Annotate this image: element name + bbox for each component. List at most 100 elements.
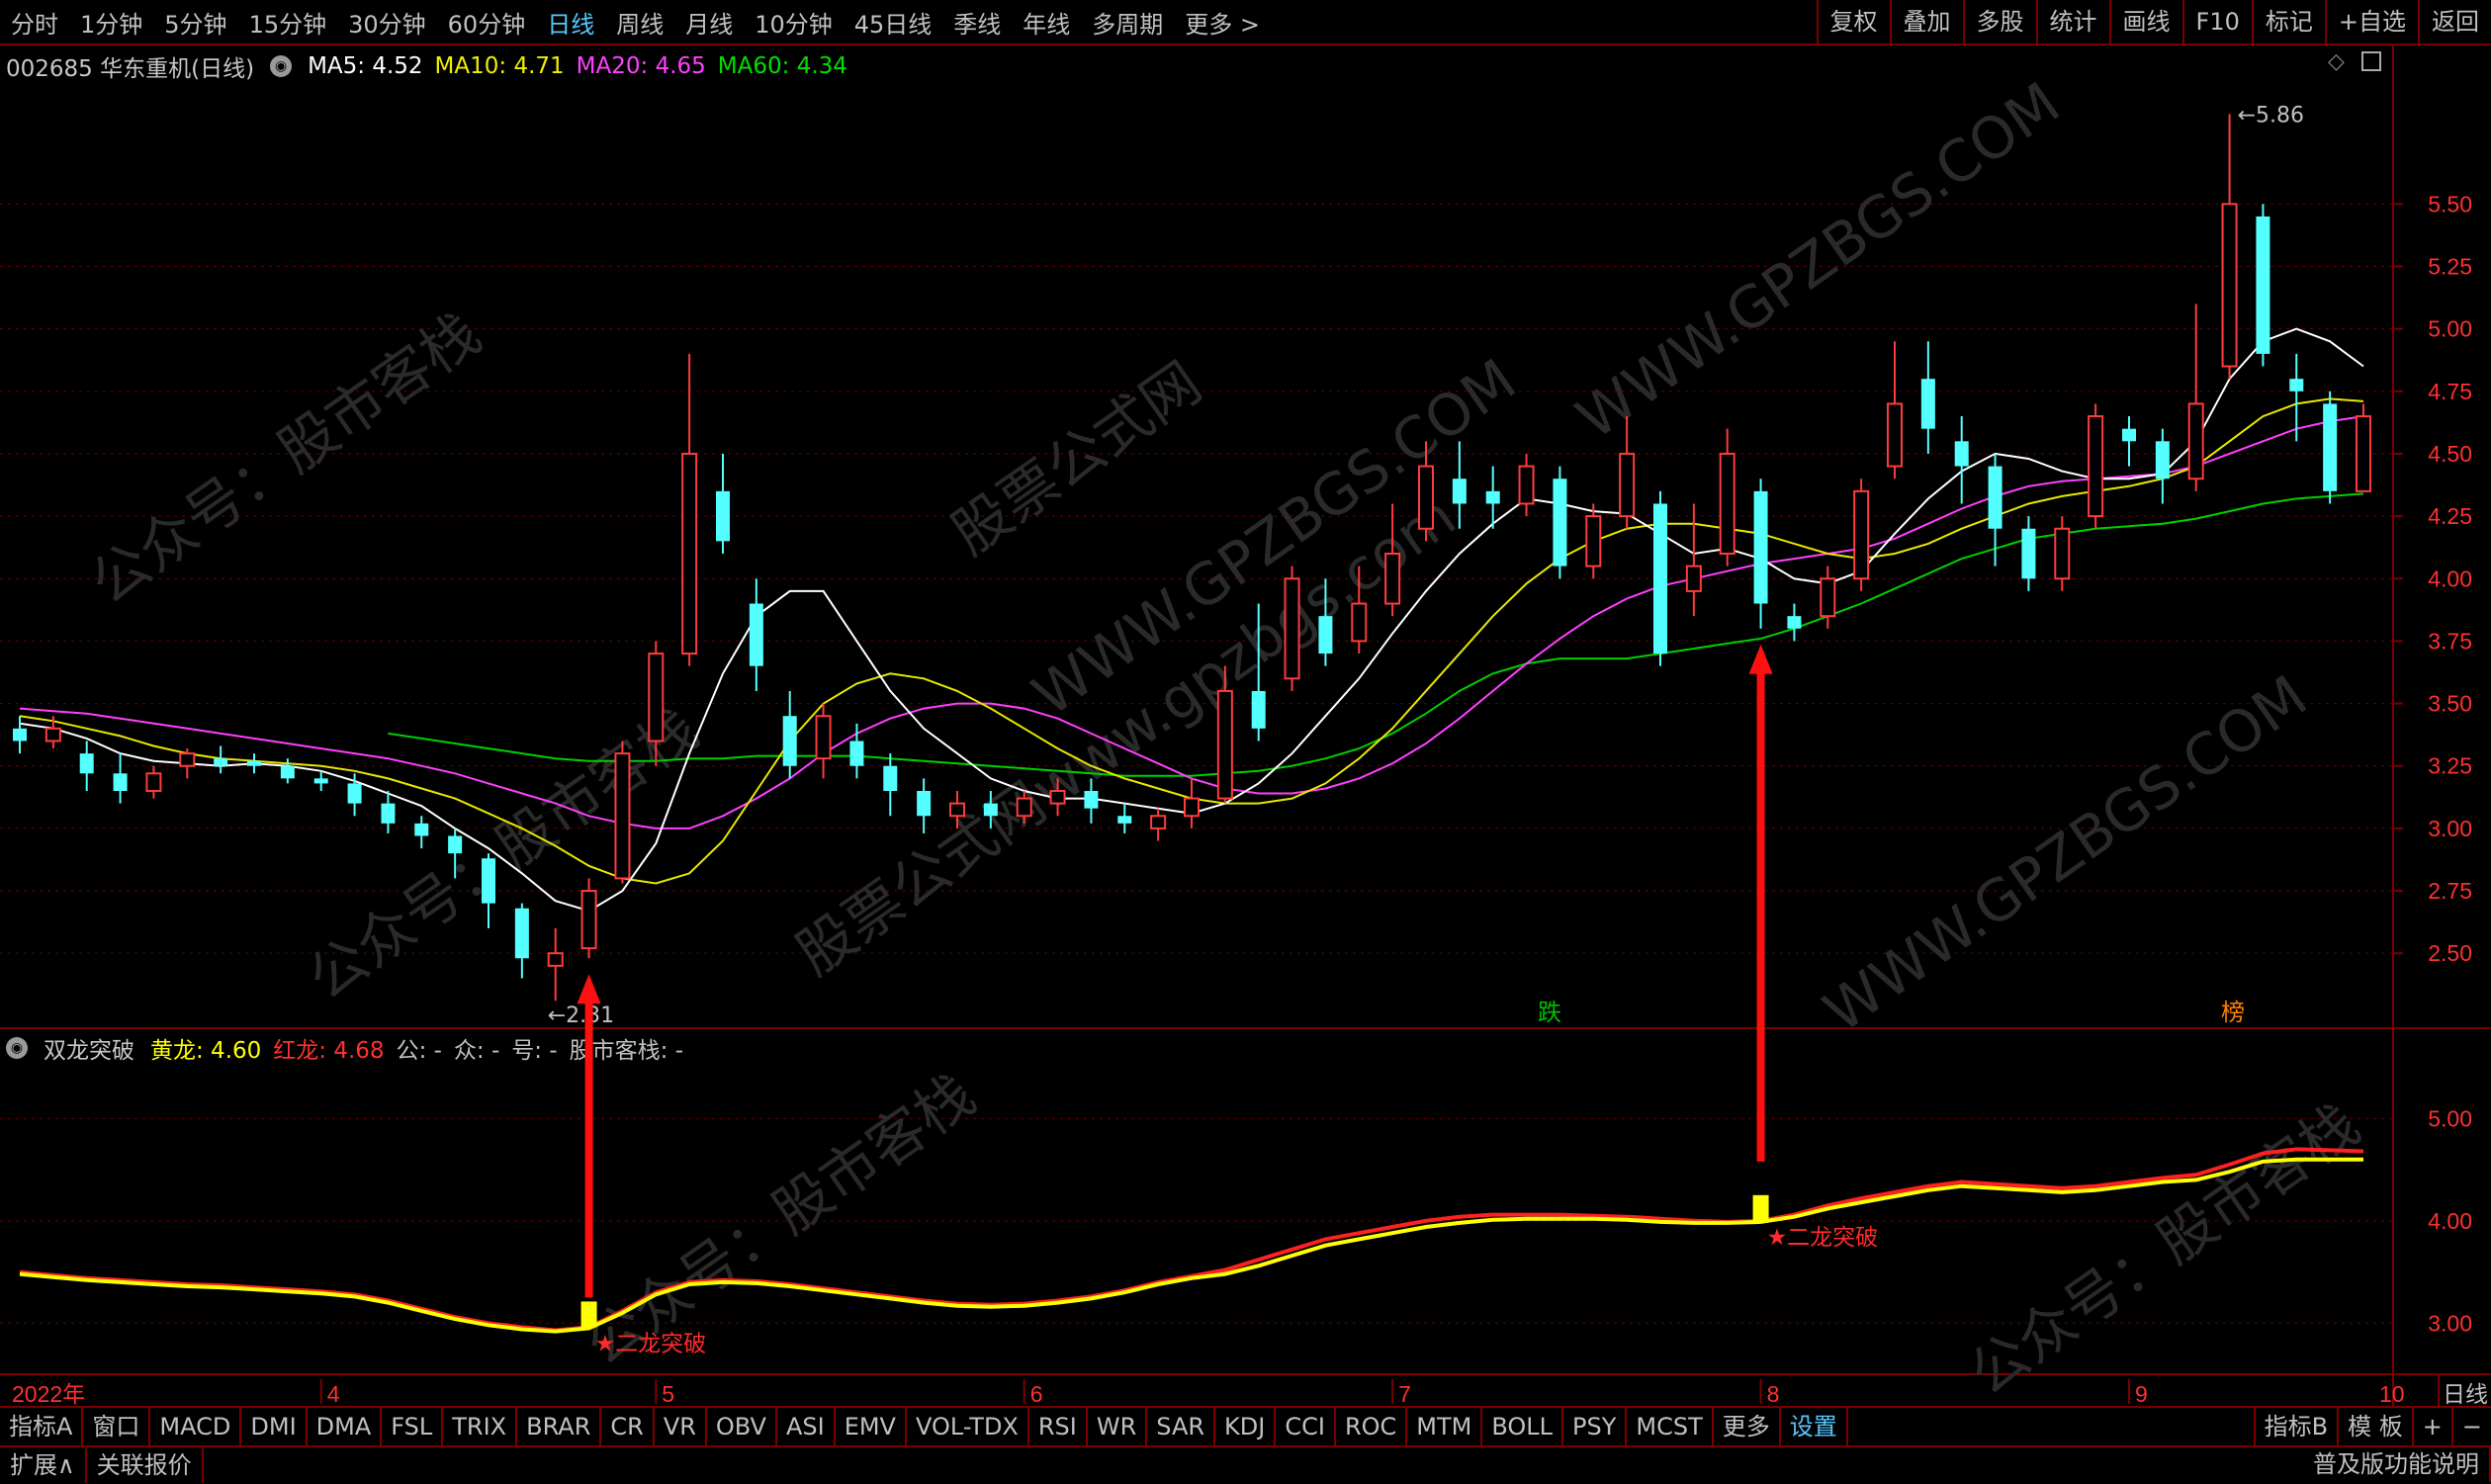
period-tab[interactable]: 分时 xyxy=(0,5,69,40)
indicator-tool[interactable]: + xyxy=(2411,1408,2451,1445)
indicator-tab[interactable]: SAR xyxy=(1147,1408,1216,1445)
period-tab[interactable]: 月线 xyxy=(674,5,744,40)
price-tick-label: 2.50 xyxy=(2428,940,2472,966)
candle-body xyxy=(247,760,261,766)
candle-body xyxy=(917,791,932,817)
kline-chart[interactable]: 5.50 5.25 5.00 4.75 4.50 4.25 4.00 3.75 3.50 3.25… xyxy=(0,45,2491,1406)
indicator-tab[interactable]: BOLL xyxy=(1482,1408,1564,1445)
red-dragon-line xyxy=(19,1147,2364,1333)
tool-button[interactable]: 复权 xyxy=(1816,0,1890,44)
candle-body xyxy=(1920,379,1935,429)
indicator-tab[interactable]: PSY xyxy=(1563,1408,1628,1445)
indicator-tab[interactable]: DMI xyxy=(241,1408,308,1445)
tool-button[interactable]: 统计 xyxy=(2035,0,2109,44)
period-tab[interactable]: 1分钟 xyxy=(69,5,153,40)
indicator-tab[interactable]: MTM xyxy=(1407,1408,1483,1445)
period-tab[interactable]: 季线 xyxy=(942,5,1012,40)
candle-body xyxy=(1553,479,1567,567)
tool-button[interactable]: 标记 xyxy=(2251,0,2325,44)
candle-body xyxy=(482,858,495,904)
candle-body xyxy=(2323,403,2338,491)
low-label: ←2.31 xyxy=(548,1004,614,1028)
tool-button[interactable]: 多股 xyxy=(1962,0,2036,44)
period-tab[interactable]: 日线 xyxy=(536,5,605,40)
candle-body xyxy=(1518,465,1535,505)
indicator-list: 指标A 窗口 MACD DMI DMA FSL TRIX BRAR CR VR OBV ASI EMV V… xyxy=(0,1408,1848,1445)
indicator-tab[interactable]: RSI xyxy=(1029,1408,1088,1445)
indicator-tab[interactable]: WR xyxy=(1088,1408,1148,1445)
indicator-tab[interactable]: CCI xyxy=(1276,1408,1336,1445)
event-marker: 榜 xyxy=(2221,999,2245,1026)
candle-body xyxy=(414,823,429,836)
indicator-tab[interactable]: 指标A xyxy=(0,1408,84,1445)
period-tab[interactable]: 45日线 xyxy=(844,5,943,40)
candle-body xyxy=(2256,216,2270,354)
indicator-tab[interactable]: FSL xyxy=(382,1408,444,1445)
candle-body xyxy=(2221,203,2238,368)
indicator-tab[interactable]: ASI xyxy=(777,1408,836,1445)
price-tick-label: 4.00 xyxy=(2428,566,2472,591)
candle-body xyxy=(949,802,965,818)
period-tab[interactable]: 多周期 xyxy=(1081,5,1174,40)
period-tab[interactable]: 60分钟 xyxy=(437,5,537,40)
indicator-tab[interactable]: EMV xyxy=(836,1408,907,1445)
indicator-tab[interactable]: 窗口 xyxy=(83,1408,151,1445)
bottom-tab[interactable]: 扩展∧ xyxy=(0,1448,87,1483)
price-tick-label: 5.25 xyxy=(2428,253,2472,279)
indicator-tool[interactable]: 模 板 xyxy=(2337,1408,2412,1445)
tool-button[interactable]: 返回 xyxy=(2418,0,2491,44)
candle-body xyxy=(1351,602,1368,643)
candle-body xyxy=(849,741,864,766)
candle-body xyxy=(1418,465,1434,530)
period-tab[interactable]: 5分钟 xyxy=(153,5,237,40)
tool-button[interactable]: 画线 xyxy=(2108,0,2182,44)
candle-body xyxy=(381,803,396,824)
candle-body xyxy=(1685,565,1702,592)
period-tabs: 分时 1分钟 5分钟 15分钟 30分钟 60分钟 日线 周线 月线 10分钟 45日线 季线 年线 多周… xyxy=(0,0,1271,44)
candle-body xyxy=(514,908,529,959)
candle-body xyxy=(1954,441,1969,467)
period-tab[interactable]: 更多 > xyxy=(1174,5,1271,40)
candle-body xyxy=(2088,415,2104,518)
candle-body xyxy=(448,835,463,854)
indicator-tool[interactable]: − xyxy=(2450,1408,2491,1445)
indicator-tab[interactable]: 设置 xyxy=(1781,1408,1848,1445)
indicator-tab[interactable]: VOL-TDX xyxy=(907,1408,1029,1445)
indicator-tab[interactable]: VR xyxy=(655,1408,707,1445)
bottom-tab[interactable]: 关联报价 xyxy=(87,1448,204,1483)
candle-body xyxy=(1585,515,1602,567)
indicator-tab[interactable]: MCST xyxy=(1627,1408,1714,1445)
indicator-tab[interactable]: ROC xyxy=(1336,1408,1408,1445)
indicator-tab[interactable]: DMA xyxy=(308,1408,383,1445)
candle-body xyxy=(1452,479,1467,504)
period-tab[interactable]: 10分钟 xyxy=(744,5,844,40)
indicator-tab[interactable]: CR xyxy=(601,1408,655,1445)
indicator-tab[interactable]: KDJ xyxy=(1215,1408,1277,1445)
indicator-tab[interactable]: BRAR xyxy=(517,1408,602,1445)
tool-button[interactable]: +自选 xyxy=(2324,0,2418,44)
period-tab[interactable]: 15分钟 xyxy=(238,5,338,40)
tool-button[interactable]: F10 xyxy=(2181,0,2252,44)
indicator-tool[interactable]: 指标B xyxy=(2253,1408,2337,1445)
candle-body xyxy=(1117,816,1132,824)
candle-body xyxy=(113,773,128,791)
indicator-tab[interactable]: 更多 xyxy=(1714,1408,1781,1445)
watermark: 股票公式网 xyxy=(939,349,1213,568)
candle-body xyxy=(1719,452,1735,555)
candle-body xyxy=(716,490,730,542)
indicator-tab[interactable]: MACD xyxy=(150,1408,242,1445)
help-link[interactable]: 普及版功能说明 xyxy=(2303,1447,2491,1482)
indicator-tab[interactable]: OBV xyxy=(707,1408,777,1445)
period-label: 日线 xyxy=(2443,1382,2488,1406)
period-tab[interactable]: 周线 xyxy=(605,5,674,40)
tool-button[interactable]: 叠加 xyxy=(1889,0,1963,44)
period-tab[interactable]: 年线 xyxy=(1012,5,1081,40)
indicator-tab[interactable]: TRIX xyxy=(443,1408,518,1445)
candle-body xyxy=(1284,577,1300,680)
period-tab[interactable]: 30分钟 xyxy=(337,5,437,40)
candle-body xyxy=(2054,527,2071,580)
candle-body xyxy=(1150,815,1167,829)
candle-body xyxy=(1384,553,1401,605)
candle-body xyxy=(2289,379,2304,392)
candle-body xyxy=(44,727,61,742)
